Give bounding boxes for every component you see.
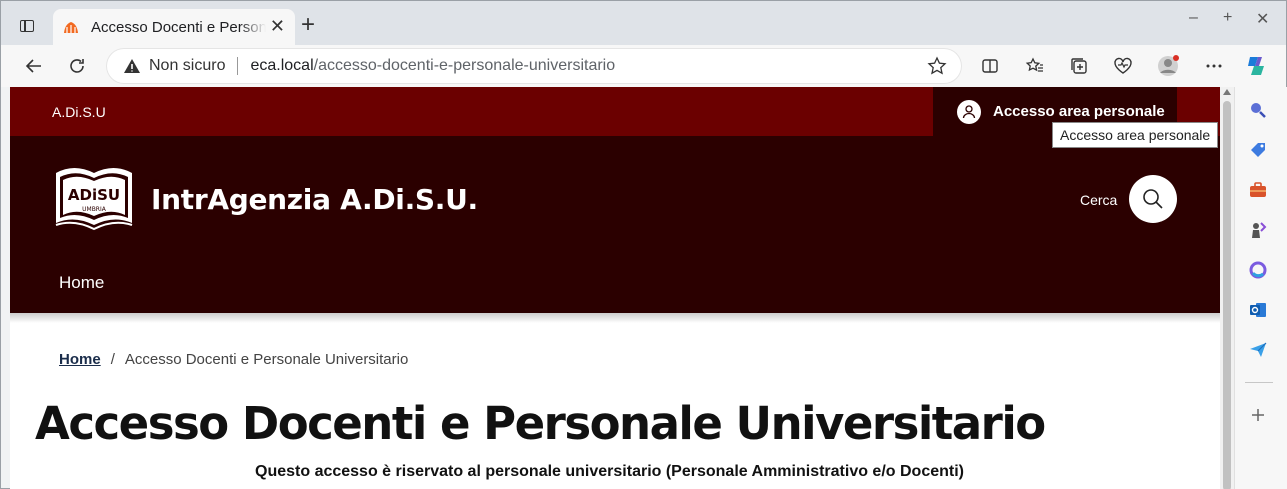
active-tab[interactable]: Accesso Docenti e Personale Universitari… [53, 9, 295, 45]
favorites-button[interactable] [1023, 54, 1047, 78]
page-title: Accesso Docenti e Personale Universitari… [35, 397, 1046, 450]
address-bar[interactable]: Non sicuro eca.local /accesso-docenti-e-… [107, 49, 961, 83]
browser-toolbar: Non sicuro eca.local /accesso-docenti-e-… [1, 45, 1286, 87]
user-icon [957, 99, 981, 124]
heart-pulse-icon [1114, 57, 1132, 74]
logo-subtext: UMBRIA [82, 206, 107, 213]
breadcrumb-home-link[interactable]: Home [59, 351, 101, 368]
site-brand-name[interactable]: IntrAgenzia A.Di.S.U. [151, 183, 478, 216]
sidebar-send-icon[interactable] [1248, 340, 1268, 360]
tab-title: Accesso Docenti e Personale Universitari… [91, 18, 266, 36]
sidebar-m365-icon[interactable] [1248, 260, 1268, 280]
page-scrollbar[interactable] [1220, 87, 1234, 489]
copilot-icon [1248, 57, 1264, 75]
settings-more-button[interactable] [1202, 54, 1226, 78]
search-label: Cerca [1080, 192, 1118, 208]
nav-item-home[interactable]: Home [59, 273, 104, 293]
adisu-logo[interactable]: ADiSU UMBRIA [54, 165, 134, 231]
maximize-button[interactable]: + [1223, 9, 1232, 27]
scrollbar-thumb[interactable] [1223, 101, 1231, 489]
search-icon [1143, 189, 1163, 209]
scroll-up-arrow-icon[interactable] [1223, 89, 1231, 95]
top-bar: A.Di.S.U Accesso area personale [10, 87, 1220, 136]
close-window-button[interactable]: ✕ [1256, 9, 1269, 29]
close-tab-icon[interactable]: ✕ [270, 17, 285, 35]
sidebar-outlook-icon[interactable] [1248, 300, 1268, 320]
minimize-button[interactable]: – [1189, 9, 1198, 27]
refresh-icon [70, 59, 84, 73]
refresh-button[interactable] [65, 54, 89, 78]
copilot-button[interactable] [1244, 54, 1268, 78]
sidebar-add-icon[interactable] [1248, 405, 1268, 425]
split-screen-icon [982, 59, 998, 73]
site-favicon-icon [64, 22, 78, 33]
warning-icon [124, 59, 140, 73]
back-button[interactable] [22, 54, 46, 78]
breadcrumb: Home / Accesso Docenti e Personale Unive… [59, 351, 408, 368]
new-tab-button[interactable]: + [301, 13, 315, 37]
profile-avatar-icon [1158, 55, 1179, 76]
split-screen-button[interactable] [978, 54, 1002, 78]
collections-button[interactable] [1067, 54, 1091, 78]
sidebar-tools-icon[interactable] [1248, 180, 1268, 200]
profile-button[interactable] [1156, 54, 1180, 78]
sidebar-search-icon[interactable] [1248, 100, 1268, 120]
browser-essentials-button[interactable] [1111, 54, 1135, 78]
logo-text: ADiSU [68, 186, 120, 204]
edge-sidebar [1234, 87, 1287, 489]
header-shadow [10, 313, 1220, 323]
more-dots-icon [1206, 64, 1222, 68]
address-separator [237, 57, 239, 75]
org-name[interactable]: A.Di.S.U [52, 104, 106, 120]
sidebar-shopping-tag-icon[interactable] [1248, 140, 1268, 160]
tab-actions-button[interactable] [13, 12, 41, 40]
sidebar-divider [1245, 382, 1273, 383]
tab-actions-icon [20, 20, 34, 32]
url-path: /accesso-docenti-e-personale-universitar… [313, 57, 616, 74]
breadcrumb-current: Accesso Docenti e Personale Universitari… [124, 351, 409, 368]
search-button[interactable] [1129, 175, 1177, 223]
site-header: ADiSU UMBRIA IntrAgenzia A.Di.S.U. Cerca… [10, 136, 1220, 313]
url-host: eca.local [250, 57, 314, 74]
back-arrow-icon [25, 59, 41, 73]
favorites-list-icon [1025, 57, 1043, 72]
web-page: A.Di.S.U Accesso area personale Accesso … [10, 87, 1220, 489]
breadcrumb-separator: / [110, 351, 115, 368]
sidebar-games-icon[interactable] [1248, 220, 1268, 240]
browser-window: Accesso Docenti e Personale Universitari… [0, 0, 1287, 489]
collections-icon [1071, 58, 1087, 74]
login-tooltip: Accesso area personale [1052, 122, 1219, 148]
security-status[interactable]: Non sicuro [149, 57, 225, 75]
favorite-star-icon[interactable] [927, 56, 947, 76]
tab-strip: Accesso Docenti e Personale Universitari… [1, 1, 1286, 45]
access-notice: Questo accesso è riservato al personale … [255, 463, 964, 480]
login-label: Accesso area personale [993, 103, 1165, 120]
